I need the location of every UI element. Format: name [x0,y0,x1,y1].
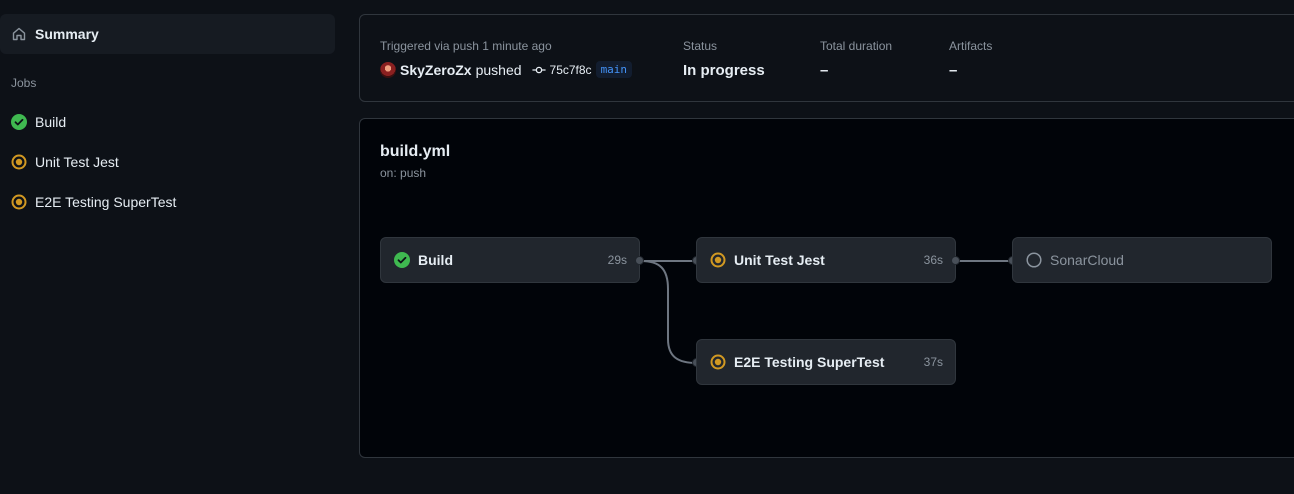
job-node-duration: 37s [923,355,943,369]
connector-dot [951,256,960,265]
status-value: In progress [683,62,765,79]
duration-value: – [820,62,829,79]
jobs-heading: Jobs [11,76,37,90]
artifacts-label: Artifacts [949,39,993,53]
git-commit-icon [531,63,546,77]
sidebar: Summary Jobs Build Unit Test Jest E2E Te… [0,0,342,494]
job-node-build[interactable]: Build 29s [380,237,640,283]
workflow-graph-card: build.yml on: push Build 29s Unit Test J… [359,118,1294,458]
job-node-name: E2E Testing SuperTest [734,354,885,370]
job-connectors [640,260,1013,364]
sidebar-job-unit-test[interactable]: Unit Test Jest [0,146,335,178]
connector-dot [635,256,644,265]
job-node-name: Unit Test Jest [734,252,825,268]
branch-badge[interactable]: main [595,61,633,78]
job-node-name: Build [418,252,453,268]
job-label: E2E Testing SuperTest [35,194,177,210]
commit-sha-link[interactable]: 75c7f8c [550,63,592,77]
in-progress-icon [11,154,27,170]
job-node-duration: 29s [607,253,627,267]
home-icon [11,26,27,42]
trigger-line: SkyZeroZx pushed 75c7f8c main [380,61,633,78]
job-node-unit-test[interactable]: Unit Test Jest 36s [696,237,956,283]
duration-label: Total duration [820,39,893,53]
job-label: Build [35,114,67,130]
job-node-duration: 36s [923,253,943,267]
in-progress-icon [11,194,27,210]
check-circle-icon [11,114,27,130]
sidebar-summary-link[interactable]: Summary [0,14,335,54]
sidebar-job-build[interactable]: Build [0,106,335,138]
job-node-e2e[interactable]: E2E Testing SuperTest 37s [696,339,956,385]
summary-label: Summary [35,26,99,42]
sidebar-job-e2e[interactable]: E2E Testing SuperTest [0,186,335,218]
queued-circle-icon [1026,252,1042,268]
job-node-name: SonarCloud [1050,252,1124,268]
avatar[interactable] [380,61,396,78]
job-node-sonarcloud[interactable]: SonarCloud [1012,237,1272,283]
actor-link[interactable]: SkyZeroZx [400,62,472,78]
status-label: Status [683,39,718,53]
run-summary-card: Triggered via push 1 minute ago SkyZeroZ… [359,14,1294,102]
trigger-text: Triggered via push 1 minute ago [380,39,552,53]
job-label: Unit Test Jest [35,154,119,170]
artifacts-value: – [949,62,958,79]
action-text: pushed [475,61,522,78]
in-progress-icon [710,354,726,370]
check-circle-icon [394,252,410,268]
in-progress-icon [710,252,726,268]
